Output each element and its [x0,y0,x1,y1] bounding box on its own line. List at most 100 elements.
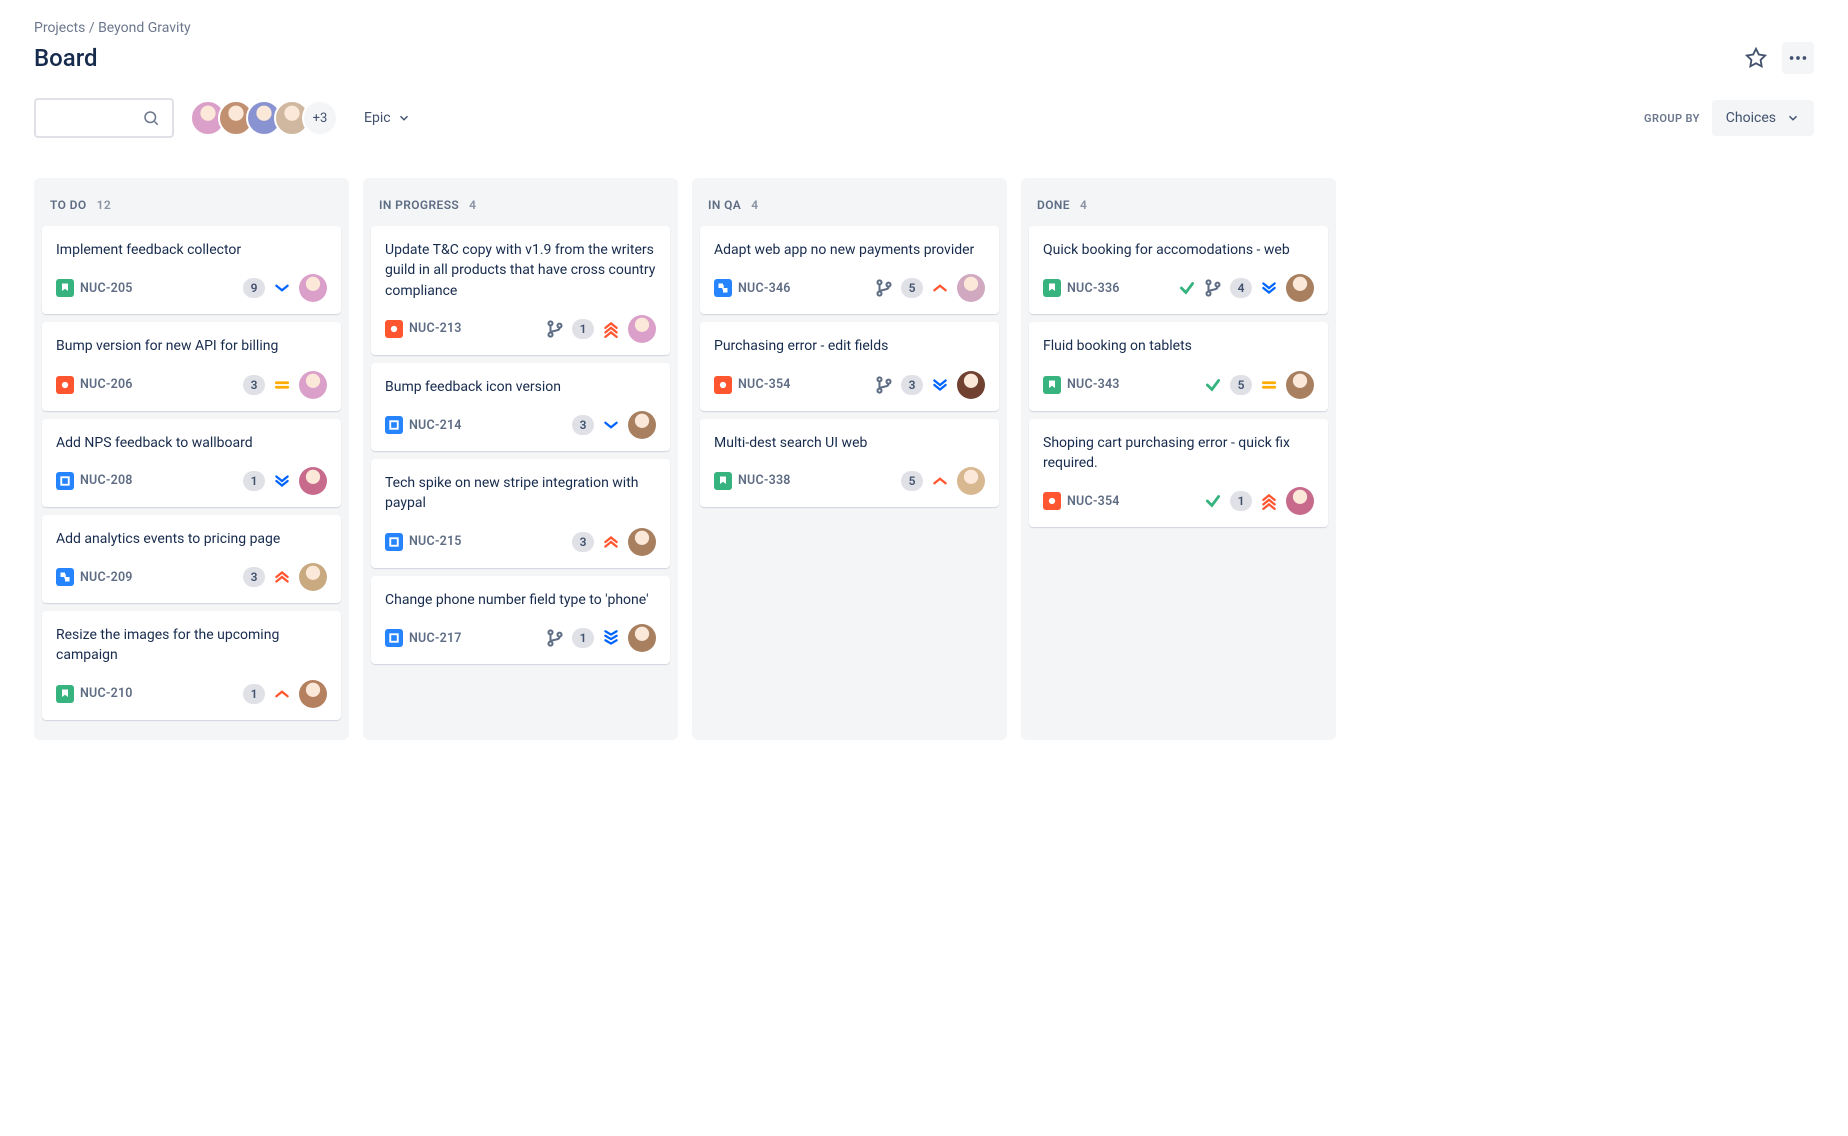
assignee-avatar[interactable] [628,528,656,556]
priority-icon [273,472,291,490]
issue-key: NUC-213 [409,321,462,336]
issue-card[interactable]: Adapt web app no new payments provider N… [700,226,999,314]
issue-type-icon [385,320,403,338]
card-title: Resize the images for the upcoming campa… [56,625,327,666]
done-check-icon [1204,376,1222,394]
assignee-avatar[interactable] [299,563,327,591]
issue-card[interactable]: Implement feedback collector NUC-205 9 [42,226,341,314]
issue-type-icon [714,472,732,490]
done-check-icon [1178,279,1196,297]
card-title: Tech spike on new stripe integration wit… [385,473,656,514]
priority-icon [602,629,620,647]
priority-icon [931,376,949,394]
column-header: IN QA 4 [700,190,999,226]
issue-card[interactable]: Tech spike on new stripe integration wit… [371,459,670,568]
branch-icon [546,629,564,647]
assignee-avatar[interactable] [628,411,656,439]
issue-type-icon [1043,376,1061,394]
story-points-badge: 3 [243,375,265,395]
issue-card[interactable]: Bump feedback icon version NUC-214 3 [371,363,670,451]
story-points-badge: 3 [243,567,265,587]
assignee-avatar[interactable] [299,680,327,708]
card-title: Update T&C copy with v1.9 from the write… [385,240,656,301]
assignee-avatar[interactable] [1286,487,1314,515]
issue-card[interactable]: Purchasing error - edit fields NUC-354 3 [700,322,999,410]
star-icon [1745,47,1767,69]
card-title: Quick booking for accomodations - web [1043,240,1314,260]
column-count: 4 [1080,198,1087,212]
assignee-avatar[interactable] [1286,274,1314,302]
assignee-avatar[interactable] [299,467,327,495]
branch-icon [875,279,893,297]
issue-card[interactable]: Fluid booking on tablets NUC-343 5 [1029,322,1328,410]
board-column: IN QA 4 Adapt web app no new payments pr… [692,178,1007,740]
issue-card[interactable]: Add analytics events to pricing page NUC… [42,515,341,603]
priority-icon [602,416,620,434]
issue-type-icon [56,376,74,394]
priority-icon [602,320,620,338]
more-button[interactable] [1782,42,1814,74]
chevron-down-icon [397,111,411,125]
issue-key: NUC-336 [1067,281,1120,296]
issue-card[interactable]: Shoping cart purchasing error - quick fi… [1029,419,1328,528]
issue-key: NUC-217 [409,631,462,646]
issue-card[interactable]: Quick booking for accomodations - web NU… [1029,226,1328,314]
board-column: TO DO 12 Implement feedback collector NU… [34,178,349,740]
priority-icon [931,279,949,297]
issue-card[interactable]: Resize the images for the upcoming campa… [42,611,341,720]
assignee-avatar[interactable] [628,624,656,652]
issue-key: NUC-214 [409,418,462,433]
column-count: 4 [751,198,758,212]
breadcrumb-project-name[interactable]: Beyond Gravity [98,20,191,36]
story-points-badge: 1 [243,471,265,491]
issue-type-icon [56,472,74,490]
issue-key: NUC-338 [738,473,791,488]
priority-icon [273,376,291,394]
issue-card[interactable]: Update T&C copy with v1.9 from the write… [371,226,670,355]
issue-card[interactable]: Change phone number field type to 'phone… [371,576,670,664]
breadcrumb-projects[interactable]: Projects [34,20,85,36]
story-points-badge: 9 [243,278,265,298]
issue-card[interactable]: Bump version for new API for billing NUC… [42,322,341,410]
issue-card[interactable]: Add NPS feedback to wallboard NUC-208 1 [42,419,341,507]
issue-type-icon [1043,492,1061,510]
issue-key: NUC-215 [409,534,462,549]
column-header: IN PROGRESS 4 [371,190,670,226]
issue-type-icon [56,685,74,703]
story-points-badge: 3 [572,415,594,435]
story-points-badge: 5 [901,278,923,298]
avatar-more[interactable]: +3 [302,100,338,136]
card-title: Purchasing error - edit fields [714,336,985,356]
avatar-stack: +3 [190,100,338,136]
issue-type-icon [714,279,732,297]
search-input[interactable] [34,98,174,138]
assignee-avatar[interactable] [628,315,656,343]
issue-type-icon [385,416,403,434]
priority-icon [1260,492,1278,510]
card-title: Bump feedback icon version [385,377,656,397]
priority-icon [931,472,949,490]
assignee-avatar[interactable] [299,274,327,302]
story-points-badge: 3 [901,375,923,395]
star-button[interactable] [1740,42,1772,74]
issue-type-icon [714,376,732,394]
epic-filter[interactable]: Epic [354,102,421,134]
assignee-avatar[interactable] [957,467,985,495]
column-title: TO DO [50,198,87,212]
issue-card[interactable]: Multi-dest search UI web NUC-338 5 [700,419,999,507]
card-title: Bump version for new API for billing [56,336,327,356]
done-check-icon [1204,492,1222,510]
groupby-value: Choices [1726,110,1776,126]
groupby-select[interactable]: Choices [1712,100,1814,136]
priority-icon [602,533,620,551]
assignee-avatar[interactable] [957,274,985,302]
groupby-label: GROUP BY [1644,112,1700,125]
issue-type-icon [385,629,403,647]
card-title: Fluid booking on tablets [1043,336,1314,356]
card-title: Add analytics events to pricing page [56,529,327,549]
board-column: IN PROGRESS 4 Update T&C copy with v1.9 … [363,178,678,740]
issue-key: NUC-343 [1067,377,1120,392]
assignee-avatar[interactable] [299,371,327,399]
assignee-avatar[interactable] [957,371,985,399]
assignee-avatar[interactable] [1286,371,1314,399]
